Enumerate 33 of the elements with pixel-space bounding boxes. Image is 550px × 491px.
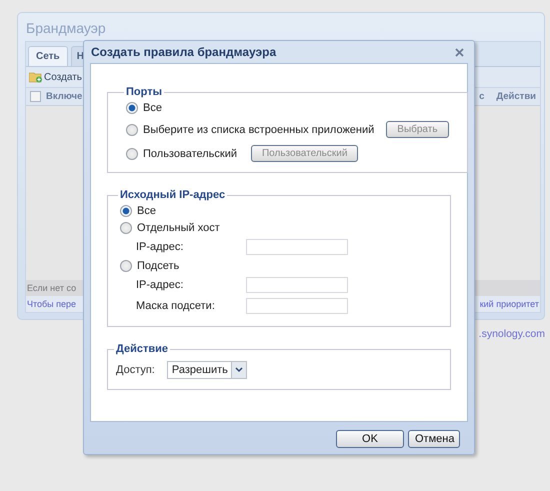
ok-button[interactable]: OK	[336, 430, 404, 448]
window-title: Брандмауэр	[25, 19, 107, 38]
dialog-title: Создать правила брандмауэра	[90, 45, 276, 59]
website-link[interactable]: .synology.com	[478, 328, 545, 340]
group-title: Порты	[125, 86, 163, 98]
field-label: Доступ:	[116, 364, 155, 376]
access-dropdown[interactable]: Разрешить	[166, 361, 247, 379]
field-label: IP-адрес:	[136, 279, 184, 291]
create-button[interactable]: Создать	[29, 71, 82, 83]
radio-button[interactable]: Пользовательский	[126, 148, 237, 160]
group-title: Исходный IP-адрес	[119, 189, 226, 201]
footer-text: кий приоритет	[480, 299, 539, 309]
radio-button[interactable]: Все	[120, 205, 156, 217]
radio-button[interactable]: Подсеть	[120, 260, 180, 272]
radio-button[interactable]: Отдельный хост	[120, 222, 220, 234]
input-field[interactable]	[246, 277, 348, 293]
radio-button[interactable]: Выберите из списка встроенных приложений	[126, 124, 374, 136]
field-label: Маска подсети:	[136, 300, 216, 312]
field-label: IP-адрес:	[136, 241, 184, 253]
group-title: Действие	[115, 343, 169, 355]
footer-text: Если нет со	[27, 283, 76, 293]
input-field[interactable]	[246, 298, 348, 314]
cancel-button[interactable]: Отмена	[408, 430, 460, 448]
column-header: с	[479, 91, 484, 102]
footer-text: Чтобы пере	[27, 299, 76, 309]
folder-add-icon	[29, 71, 43, 83]
column-header: Включе	[46, 91, 82, 102]
close-icon[interactable]	[455, 48, 464, 56]
checkbox[interactable]	[30, 91, 41, 102]
tab[interactable]: Сеть	[28, 46, 68, 66]
column-header: Действи	[496, 91, 536, 102]
radio-button[interactable]: Все	[126, 102, 162, 114]
input-field[interactable]	[246, 239, 348, 255]
